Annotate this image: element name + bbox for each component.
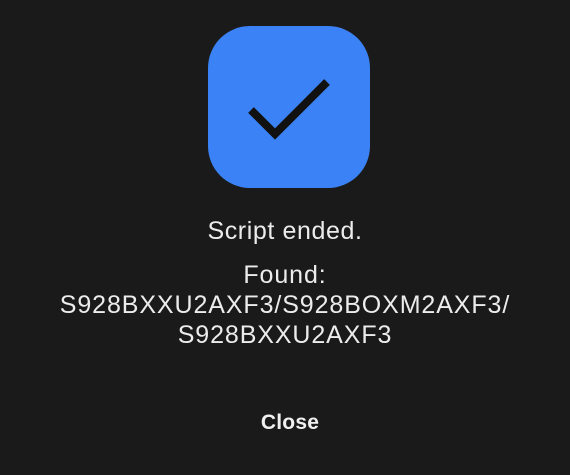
found-label: Found: — [243, 261, 327, 289]
checkmark-icon — [248, 79, 330, 140]
found-value-line-1: S928BXXU2AXF3/S928BOXM2AXF3/ — [59, 291, 511, 319]
script-result-dialog: Script ended. Found: S928BXXU2AXF3/S928B… — [0, 0, 570, 475]
success-badge — [208, 26, 370, 188]
found-results: Found: S928BXXU2AXF3/S928BOXM2AXF3/ S928… — [0, 260, 570, 350]
status-message: Script ended. — [207, 217, 363, 245]
close-button[interactable]: Close — [226, 397, 354, 449]
found-value-line-2: S928BXXU2AXF3 — [177, 321, 393, 349]
